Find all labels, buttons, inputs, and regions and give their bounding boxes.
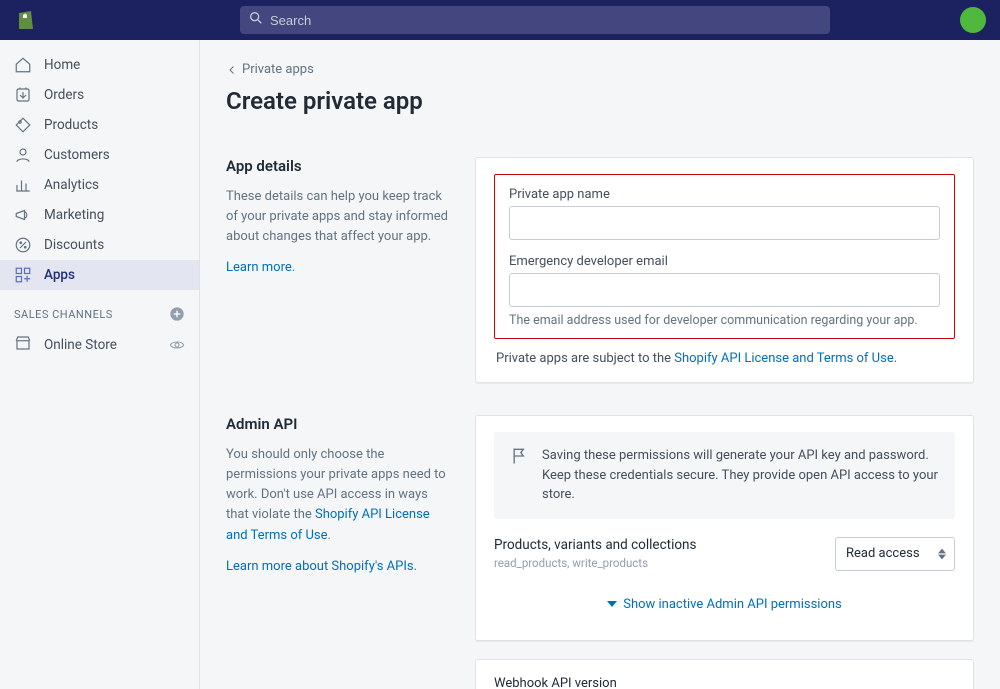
footer-suffix: . xyxy=(894,351,897,366)
footer-prefix: Private apps are subject to the xyxy=(496,351,674,366)
sidebar-item-customers[interactable]: Customers xyxy=(0,140,199,170)
sidebar-item-label: Home xyxy=(44,57,80,73)
info-banner: Saving these permissions will generate y… xyxy=(494,432,955,519)
sidebar-item-label: Orders xyxy=(44,87,84,103)
app-name-input[interactable] xyxy=(509,206,940,240)
developer-email-label: Emergency developer email xyxy=(509,254,940,269)
sidebar-item-label: Marketing xyxy=(44,207,104,223)
caret-down-icon xyxy=(607,601,617,607)
topbar xyxy=(0,0,1000,40)
select-value: Read access xyxy=(846,546,920,561)
sidebar-item-marketing[interactable]: Marketing xyxy=(0,200,199,230)
discount-icon xyxy=(14,236,32,254)
app-details-footer: Private apps are subject to the Shopify … xyxy=(494,351,955,366)
sidebar-section-header: SALES CHANNELS xyxy=(0,290,199,328)
api-license-link[interactable]: Shopify API License and Terms of Use xyxy=(674,351,893,366)
section-admin-api: Admin API You should only choose the per… xyxy=(226,415,974,689)
search-input[interactable] xyxy=(270,13,822,28)
admin-api-card: Saving these permissions will generate y… xyxy=(475,415,974,641)
customer-icon xyxy=(14,146,32,164)
search-icon xyxy=(248,10,264,30)
show-inactive-permissions[interactable]: Show inactive Admin API permissions xyxy=(494,589,955,624)
sidebar-channel-online-store[interactable]: Online Store xyxy=(0,328,199,362)
app-details-card: Private app name Emergency developer ema… xyxy=(475,157,974,383)
breadcrumb-label: Private apps xyxy=(242,62,314,77)
sidebar-item-orders[interactable]: Orders xyxy=(0,80,199,110)
sidebar-item-label: Analytics xyxy=(44,177,99,193)
learn-apis-link[interactable]: Learn more about Shopify's APIs. xyxy=(226,559,417,574)
chevron-left-icon xyxy=(226,64,238,76)
developer-email-input[interactable] xyxy=(509,273,940,307)
section-app-details: App details These details can help you k… xyxy=(226,157,974,383)
sidebar-item-home[interactable]: Home xyxy=(0,50,199,80)
sidebar-item-discounts[interactable]: Discounts xyxy=(0,230,199,260)
permission-title: Products, variants and collections xyxy=(494,537,696,553)
sidebar-item-analytics[interactable]: Analytics xyxy=(0,170,199,200)
home-icon xyxy=(14,56,32,74)
sidebar-item-label: Products xyxy=(44,117,98,133)
breadcrumb[interactable]: Private apps xyxy=(226,62,974,77)
permission-access-select[interactable]: Read access xyxy=(835,537,955,571)
apps-icon xyxy=(14,266,32,284)
section-heading: App details xyxy=(226,157,451,175)
page-title: Create private app xyxy=(226,87,974,115)
sidebar-item-products[interactable]: Products xyxy=(0,110,199,140)
add-channel-button[interactable] xyxy=(169,306,185,322)
sidebar-item-label: Discounts xyxy=(44,237,104,253)
store-icon xyxy=(14,334,32,356)
flag-icon xyxy=(510,446,530,466)
section-description: You should only choose the permissions y… xyxy=(226,445,451,546)
avatar[interactable] xyxy=(960,7,986,33)
section-description: These details can help you keep track of… xyxy=(226,187,451,247)
tag-icon xyxy=(14,116,32,134)
banner-text: Saving these permissions will generate y… xyxy=(542,446,939,505)
sidebar-item-label: Customers xyxy=(44,147,110,163)
sidebar-item-apps[interactable]: Apps xyxy=(0,260,199,290)
view-store-icon[interactable] xyxy=(169,337,185,353)
analytics-icon xyxy=(14,176,32,194)
email-help-text: The email address used for developer com… xyxy=(509,313,940,328)
select-caret-icon xyxy=(938,548,946,559)
learn-more-link[interactable]: Learn more. xyxy=(226,260,295,275)
sidebar-section-label: SALES CHANNELS xyxy=(14,308,113,321)
webhook-card: Webhook API version 2020-04 (Latest) xyxy=(475,659,974,689)
sidebar-item-label: Apps xyxy=(44,267,75,283)
search-bar[interactable] xyxy=(240,6,830,34)
sidebar-channel-label: Online Store xyxy=(44,337,117,353)
shopify-logo[interactable] xyxy=(14,8,38,32)
highlight-box: Private app name Emergency developer ema… xyxy=(494,174,955,339)
content: Private apps Create private app App deta… xyxy=(200,40,1000,689)
section-heading: Admin API xyxy=(226,415,451,433)
app-name-label: Private app name xyxy=(509,187,940,202)
orders-icon xyxy=(14,86,32,104)
permission-row: Products, variants and collections read_… xyxy=(494,537,955,571)
webhook-version-label: Webhook API version xyxy=(494,676,955,689)
show-more-label: Show inactive Admin API permissions xyxy=(623,597,842,612)
megaphone-icon xyxy=(14,206,32,224)
permission-scopes: read_products, write_products xyxy=(494,556,696,570)
sidebar: Home Orders Products Customers Analytics… xyxy=(0,40,200,689)
